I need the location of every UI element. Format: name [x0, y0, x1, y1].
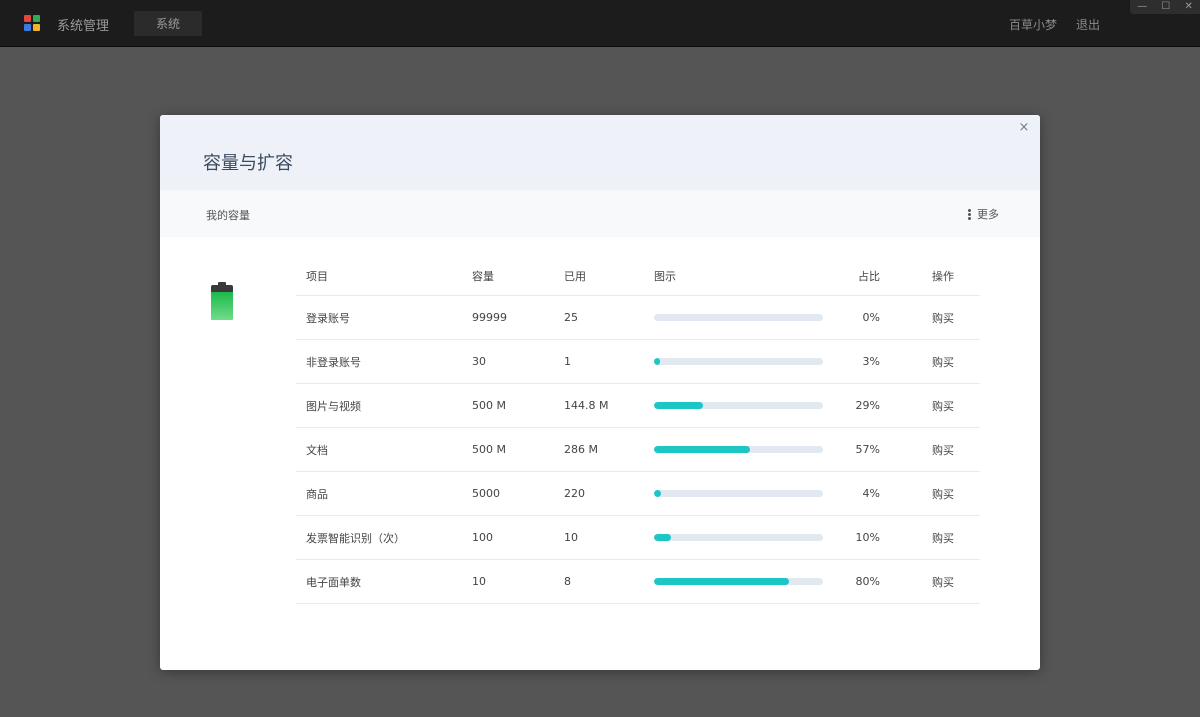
usage-bar-fill	[654, 402, 703, 409]
app-title: 系统管理	[57, 19, 110, 34]
user-name[interactable]: 百草小梦	[1009, 16, 1057, 33]
row-percent: 80%	[855, 575, 880, 588]
row-capacity: 500 M	[472, 443, 506, 456]
app-logo-icon	[24, 15, 40, 31]
usage-bar	[654, 516, 823, 559]
row-name: 商品	[306, 487, 328, 501]
usage-bar-track	[654, 402, 823, 409]
row-used: 144.8 M	[564, 399, 609, 412]
maximize-icon[interactable]: ☐	[1161, 1, 1170, 13]
usage-bar-track	[654, 578, 823, 585]
row-percent: 10%	[855, 531, 880, 544]
row-capacity: 10	[472, 575, 486, 588]
usage-bar	[654, 340, 823, 383]
usage-bar	[654, 296, 823, 339]
row-name: 登录账号	[306, 311, 350, 325]
logo-square-green	[33, 15, 40, 22]
more-vertical-icon	[968, 208, 971, 220]
table-header: 项目 容量 已用 图示 占比 操作	[296, 257, 980, 296]
row-used: 220	[564, 487, 585, 500]
row-used: 1	[564, 355, 571, 368]
buy-button[interactable]: 购买	[932, 340, 954, 383]
row-capacity: 500 M	[472, 399, 506, 412]
row-capacity: 99999	[472, 311, 507, 324]
capacity-dialog: 容量与扩容 × 我的容量 更多 项目 容量 已用 图示 占比 操作 登录账号 9…	[160, 115, 1040, 670]
usage-bar-fill	[654, 534, 671, 541]
row-percent: 4%	[862, 487, 880, 500]
header-capacity: 容量	[472, 270, 494, 283]
header-action: 操作	[932, 270, 954, 283]
header-percent: 占比	[858, 270, 880, 283]
table-row: 电子面单数 10 8 80% 购买	[296, 560, 980, 604]
logo-square-red	[24, 15, 31, 22]
buy-button[interactable]: 购买	[932, 384, 954, 427]
close-icon[interactable]: ×	[1017, 121, 1031, 135]
usage-bar-track	[654, 534, 823, 541]
row-used: 25	[564, 311, 578, 324]
battery-icon	[211, 282, 233, 320]
dialog-header: 容量与扩容 ×	[160, 115, 1040, 190]
usage-bar-track	[654, 314, 823, 321]
section-bar: 我的容量 更多	[160, 190, 1040, 237]
row-percent: 3%	[862, 355, 880, 368]
row-name: 文档	[306, 443, 328, 457]
usage-bar-fill	[654, 446, 751, 453]
usage-bar-fill	[654, 578, 790, 585]
capacity-table: 项目 容量 已用 图示 占比 操作 登录账号 99999 25 0% 购买 非登…	[296, 257, 980, 604]
window-controls: — ☐ ✕	[1130, 0, 1200, 14]
header-used: 已用	[564, 270, 586, 283]
row-used: 10	[564, 531, 578, 544]
logout-button[interactable]: 退出	[1076, 16, 1100, 33]
battery-level	[211, 292, 233, 320]
usage-bar-track	[654, 358, 823, 365]
usage-bar-fill	[654, 358, 660, 365]
more-button[interactable]: 更多	[968, 206, 999, 222]
row-capacity: 5000	[472, 487, 500, 500]
logo-square-blue	[24, 24, 31, 31]
row-used: 8	[564, 575, 571, 588]
table-row: 商品 5000 220 4% 购买	[296, 472, 980, 516]
buy-button[interactable]: 购买	[932, 472, 954, 515]
usage-bar	[654, 384, 823, 427]
header-chart: 图示	[654, 270, 676, 283]
table-row: 登录账号 99999 25 0% 购买	[296, 296, 980, 340]
minimize-icon[interactable]: —	[1137, 1, 1147, 13]
buy-button[interactable]: 购买	[932, 296, 954, 339]
buy-button[interactable]: 购买	[932, 560, 954, 603]
row-percent: 57%	[855, 443, 880, 456]
buy-button[interactable]: 购买	[932, 428, 954, 471]
more-label: 更多	[977, 208, 999, 221]
row-name: 图片与视频	[306, 399, 361, 413]
usage-bar	[654, 472, 823, 515]
table-row: 发票智能识别（次） 100 10 10% 购买	[296, 516, 980, 560]
usage-bar-fill	[654, 490, 661, 497]
table-row: 文档 500 M 286 M 57% 购买	[296, 428, 980, 472]
row-percent: 0%	[862, 311, 880, 324]
header-item: 项目	[306, 270, 328, 283]
row-name: 非登录账号	[306, 355, 361, 369]
usage-bar-track	[654, 490, 823, 497]
row-name: 发票智能识别（次）	[306, 531, 405, 545]
row-capacity: 30	[472, 355, 486, 368]
close-window-icon[interactable]: ✕	[1184, 1, 1192, 13]
row-used: 286 M	[564, 443, 598, 456]
tab-system[interactable]: 系统	[134, 11, 202, 36]
usage-bar	[654, 428, 823, 471]
row-percent: 29%	[855, 399, 880, 412]
row-name: 电子面单数	[306, 575, 361, 589]
section-title: 我的容量	[206, 209, 250, 222]
buy-button[interactable]: 购买	[932, 516, 954, 559]
logo-square-yellow	[33, 24, 40, 31]
usage-bar	[654, 560, 823, 603]
dialog-title: 容量与扩容	[203, 153, 293, 174]
top-bar: 系统管理 系统 百草小梦 退出 — ☐ ✕	[0, 0, 1200, 47]
usage-bar-track	[654, 446, 823, 453]
table-row: 图片与视频 500 M 144.8 M 29% 购买	[296, 384, 980, 428]
table-row: 非登录账号 30 1 3% 购买	[296, 340, 980, 384]
row-capacity: 100	[472, 531, 493, 544]
